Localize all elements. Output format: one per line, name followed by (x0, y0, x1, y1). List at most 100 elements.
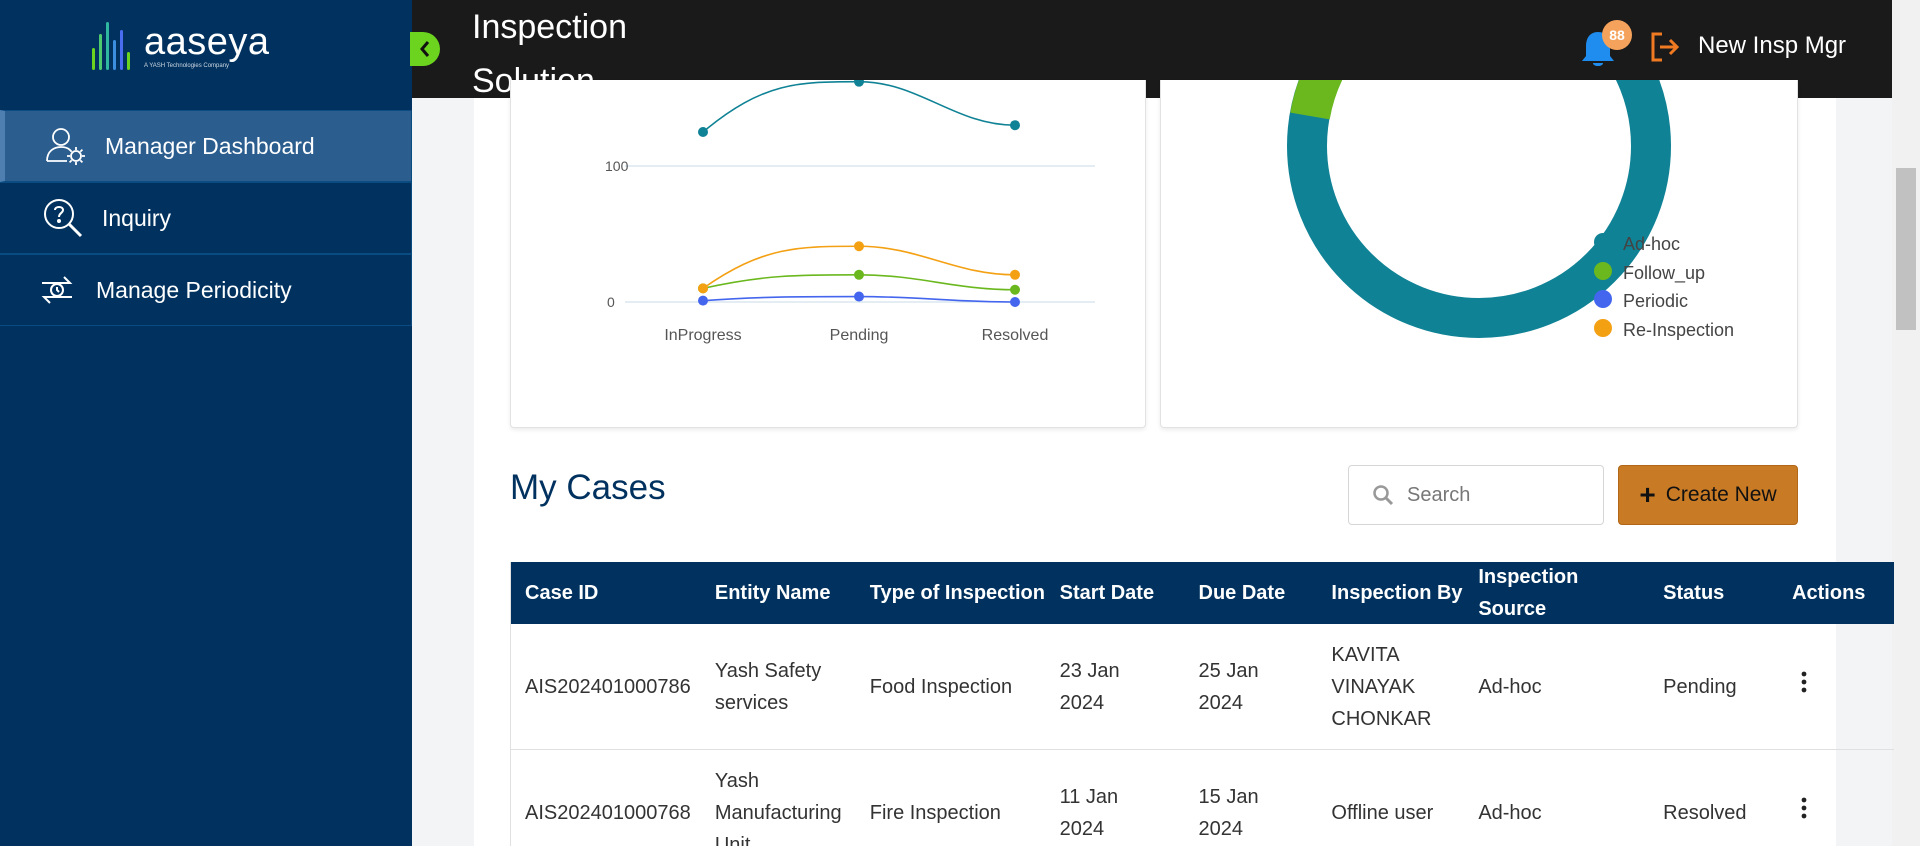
table-header: Case ID Entity Name Type of Inspection S… (511, 562, 1894, 624)
cell-case-id[interactable]: AIS202401000768 (511, 797, 701, 829)
sidebar-item-inquiry[interactable]: Inquiry (0, 182, 412, 254)
brand-name: aaseya (144, 21, 270, 63)
x-tick-label: Resolved (982, 327, 1049, 344)
sidebar: aaseya A YASH Technologies Company Manag… (0, 0, 412, 846)
data-point-re-inspection[interactable] (1010, 269, 1020, 280)
cell-due-date: 25 Jan 2024 (1185, 655, 1318, 719)
legend-swatch-adhoc (1594, 233, 1612, 251)
notification-count-badge: 88 (1602, 20, 1632, 50)
cell-status: Resolved (1663, 801, 1747, 824)
plus-icon: + (1639, 479, 1656, 510)
inspection-source-donut-chart: Ad-hoc Follow_up Periodic Re-Inspection (1287, 0, 1734, 340)
column-header-entity-name[interactable]: Entity Name (701, 577, 856, 609)
entity-name-line: services (714, 691, 789, 714)
my-cases-title: My Cases (510, 468, 666, 507)
cell-actions (1778, 670, 1894, 704)
y-tick-label: 0 (607, 294, 615, 310)
data-point-periodic[interactable] (1010, 297, 1020, 307)
aaseya-logo[interactable]: aaseya A YASH Technologies Company (92, 22, 270, 70)
search-input[interactable] (1407, 483, 1587, 507)
app-title-line-1: Inspection (472, 8, 627, 46)
cell-inspection-source: Ad-hoc (1478, 801, 1542, 824)
data-point-periodic[interactable] (698, 295, 708, 306)
due-date-line: 25 Jan (1198, 659, 1259, 682)
cell-inspection-source: Ad-hoc (1478, 675, 1542, 698)
status-line-chart: 100 0 InProgress Pending Resolved (605, 76, 1095, 344)
sidebar-item-label: Manage Periodicity (96, 276, 292, 303)
chevron-left-icon (420, 41, 430, 57)
search-question-icon (40, 195, 86, 241)
legend-label-periodic: Periodic (1623, 291, 1688, 311)
legend-label-re-inspection: Re-Inspection (1623, 320, 1734, 340)
vertical-scrollbar[interactable] (1892, 0, 1920, 846)
due-date-line: 2024 (1198, 817, 1244, 840)
x-tick-label: Pending (830, 327, 889, 344)
legend-label-follow-up: Follow_up (1623, 263, 1705, 284)
user-gear-icon (43, 123, 89, 169)
data-point-follow-up[interactable] (854, 269, 864, 280)
brand-tagline: A YASH Technologies Company (144, 63, 230, 69)
cell-start-date: 23 Jan 2024 (1046, 655, 1185, 719)
inspection-by-line: VINAYAK (1331, 675, 1416, 698)
data-point-ad-hoc[interactable] (1010, 120, 1020, 131)
due-date-line: 15 Jan (1198, 785, 1259, 808)
series-line-re-inspection (702, 245, 1016, 290)
cell-inspection-by: Offline user (1331, 801, 1434, 824)
search-icon (1373, 485, 1394, 506)
series-line-ad-hoc (702, 80, 1016, 133)
scrollbar-thumb[interactable] (1896, 168, 1916, 330)
data-point-ad-hoc[interactable] (698, 127, 708, 137)
data-point-re-inspection[interactable] (854, 241, 864, 252)
data-point-periodic[interactable] (854, 291, 864, 302)
username[interactable]: New Insp Mgr (1698, 32, 1846, 60)
sidebar-item-label: Manager Dashboard (105, 132, 315, 159)
start-date-line: 11 Jan (1059, 785, 1119, 808)
notifications-button[interactable]: 88 (1580, 20, 1632, 72)
entity-name-line: Yash Safety (714, 659, 822, 682)
column-header-actions: Actions (1792, 582, 1866, 604)
cell-case-id[interactable]: AIS202401000786 (511, 671, 701, 703)
legend-swatch-periodic (1594, 290, 1612, 308)
cell-inspection-by: KAVITA VINAYAK CHONKAR (1317, 639, 1464, 735)
column-header-inspection-by[interactable]: Inspection By (1317, 577, 1464, 609)
sidebar-item-manage-periodicity[interactable]: Manage Periodicity (0, 254, 412, 326)
logout-button[interactable] (1648, 30, 1682, 64)
entity-name-line: Yash (714, 769, 759, 792)
data-point-follow-up[interactable] (1010, 284, 1020, 295)
cell-entity-name: Yash Manufacturing Unit (701, 765, 856, 846)
table-row[interactable]: AIS202401000768 Yash Manufacturing Unit … (511, 750, 1894, 846)
column-header-due-date[interactable]: Due Date (1185, 577, 1318, 609)
entity-name-line: Unit (714, 833, 751, 846)
collapse-sidebar-button[interactable] (410, 32, 440, 66)
legend-swatch-re-inspection (1594, 319, 1612, 337)
donut-ring-adhoc (1287, 0, 1671, 338)
logout-icon (1651, 32, 1680, 62)
sidebar-item-label: Inquiry (102, 204, 172, 231)
data-point-ad-hoc[interactable] (854, 76, 864, 87)
more-actions-icon[interactable] (1792, 670, 1816, 694)
inspection-by-line: KAVITA (1331, 643, 1400, 666)
y-tick-label: 100 (605, 158, 629, 174)
entity-name-line: Manufacturing (714, 801, 842, 824)
search-field[interactable] (1348, 465, 1604, 525)
column-header-start-date[interactable]: Start Date (1046, 577, 1185, 609)
create-new-button[interactable]: + Create New (1618, 465, 1798, 525)
column-header-inspection-source[interactable]: Inspection Source (1464, 561, 1649, 625)
inspection-by-line: CHONKAR (1331, 707, 1432, 730)
cell-type-of-inspection: Fire Inspection (869, 801, 1001, 824)
legend-swatch-follow-up (1594, 262, 1612, 280)
due-date-line: 2024 (1198, 691, 1244, 714)
start-date-line: 23 Jan (1059, 659, 1120, 682)
donut-chart-card: Ad-hoc Follow_up Periodic Re-Inspection (1160, 0, 1798, 428)
logo-bars-icon (92, 22, 130, 70)
table-row[interactable]: AIS202401000786 Yash Safety services Foo… (511, 624, 1894, 750)
sidebar-item-manager-dashboard[interactable]: Manager Dashboard (0, 110, 412, 182)
column-header-case-id[interactable]: Case ID (511, 577, 701, 609)
column-header-status[interactable]: Status (1649, 577, 1778, 609)
legend-label-adhoc: Ad-hoc (1623, 234, 1680, 254)
more-actions-icon[interactable] (1792, 796, 1816, 820)
data-point-re-inspection[interactable] (698, 283, 708, 294)
x-tick-label: InProgress (664, 327, 741, 344)
start-date-line: 2024 (1059, 691, 1105, 714)
column-header-type-of-inspection[interactable]: Type of Inspection (856, 577, 1046, 609)
